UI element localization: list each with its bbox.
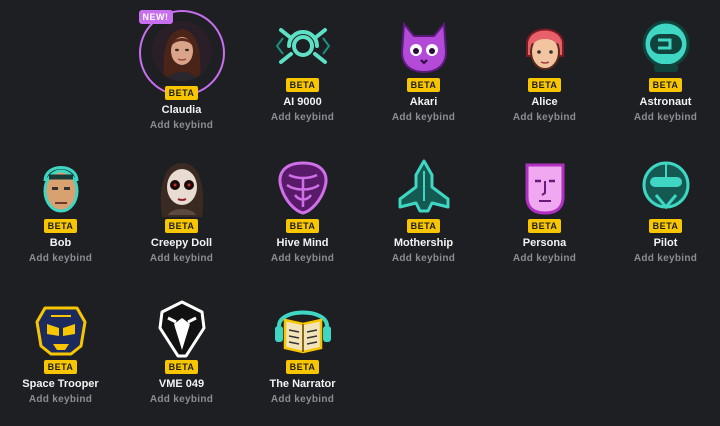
voice-item-space-trooper[interactable]: BETA Space Trooper Add keybind: [0, 282, 121, 423]
voice-name: Bob: [49, 237, 72, 249]
plague-mask-icon: [152, 298, 212, 363]
beta-badge: BETA: [164, 219, 199, 233]
beta-badge: BETA: [285, 360, 320, 374]
beta-badge: BETA: [527, 78, 562, 92]
voice-name: The Narrator: [269, 378, 336, 390]
voice-name: Creepy Doll: [150, 237, 213, 249]
voice-name: Mothership: [393, 237, 454, 249]
voice-item-vme-049[interactable]: BETA VME 049 Add keybind: [121, 282, 242, 423]
voice-avatar[interactable]: [384, 8, 464, 88]
voice-name: Akari: [409, 96, 438, 108]
voice-avatar[interactable]: [505, 149, 585, 229]
voice-item-persona[interactable]: BETA Persona Add keybind: [484, 141, 605, 282]
voice-name: Claudia: [161, 104, 202, 116]
voice-item-astronaut[interactable]: BETA Astronaut Add keybind: [605, 0, 720, 141]
voice-avatar[interactable]: [142, 290, 222, 370]
voice-avatar[interactable]: [21, 290, 101, 370]
voice-name: Astronaut: [639, 96, 692, 108]
add-keybind-link[interactable]: Add keybind: [29, 253, 92, 264]
beta-badge: BETA: [285, 219, 320, 233]
voice-name: Persona: [522, 237, 567, 249]
voice-item-creepy-doll[interactable]: BETA Creepy Doll Add keybind: [121, 141, 242, 282]
voice-item-pilot[interactable]: BETA Pilot Add keybind: [605, 141, 720, 282]
voice-avatar[interactable]: NEW!: [138, 10, 225, 96]
voice-grid: NEW! BETA Claudia Add keybind BETA AI 9000 Add…: [0, 0, 720, 426]
voice-name: Pilot: [653, 237, 678, 249]
beta-badge: BETA: [648, 78, 683, 92]
voice-avatar[interactable]: [626, 8, 706, 88]
voice-item-ai-9000[interactable]: BETA AI 9000 Add keybind: [242, 0, 363, 141]
add-keybind-link[interactable]: Add keybind: [392, 112, 455, 123]
mothership-icon: [394, 157, 454, 222]
add-keybind-link[interactable]: Add keybind: [271, 394, 334, 405]
claudia-portrait-icon: [151, 20, 212, 86]
add-keybind-link[interactable]: Add keybind: [150, 120, 213, 131]
space-trooper-icon: [31, 298, 91, 363]
voice-name: Hive Mind: [276, 237, 329, 249]
creepy-doll-portrait-icon: [151, 156, 212, 222]
pilot-helmet-icon: [636, 157, 696, 222]
add-keybind-link[interactable]: Add keybind: [513, 112, 576, 123]
beta-badge: BETA: [648, 219, 683, 233]
voice-item-claudia[interactable]: NEW! BETA Claudia Add keybind: [121, 0, 242, 141]
beta-badge: BETA: [285, 78, 320, 92]
beta-badge: BETA: [43, 360, 78, 374]
beta-badge: BETA: [43, 219, 78, 233]
voice-item-mothership[interactable]: BETA Mothership Add keybind: [363, 141, 484, 282]
beta-badge: BETA: [164, 360, 199, 374]
new-badge: NEW!: [138, 10, 173, 24]
add-keybind-link[interactable]: Add keybind: [513, 253, 576, 264]
alice-face-icon: [515, 16, 575, 81]
hive-mind-icon: [273, 157, 333, 222]
add-keybind-link[interactable]: Add keybind: [150, 253, 213, 264]
voice-avatar[interactable]: [626, 149, 706, 229]
astronaut-helmet-icon: [636, 16, 696, 81]
add-keybind-link[interactable]: Add keybind: [392, 253, 455, 264]
add-keybind-link[interactable]: Add keybind: [29, 394, 92, 405]
add-keybind-link[interactable]: Add keybind: [634, 112, 697, 123]
voice-avatar[interactable]: [142, 149, 222, 229]
add-keybind-link[interactable]: Add keybind: [634, 253, 697, 264]
bob-face-icon: [31, 157, 91, 222]
persona-mask-icon: [515, 157, 575, 222]
voice-name: Space Trooper: [22, 378, 99, 390]
narrator-book-icon: [273, 298, 333, 363]
ai9000-icon: [273, 16, 333, 81]
voice-avatar[interactable]: [263, 8, 343, 88]
voice-item-hive-mind[interactable]: BETA Hive Mind Add keybind: [242, 141, 363, 282]
beta-badge: BETA: [406, 78, 441, 92]
voice-name: AI 9000: [283, 96, 322, 108]
add-keybind-link[interactable]: Add keybind: [271, 112, 334, 123]
cat-icon: [394, 16, 454, 81]
voice-item-bob[interactable]: BETA Bob Add keybind: [0, 141, 121, 282]
add-keybind-link[interactable]: Add keybind: [150, 394, 213, 405]
voice-name: Alice: [531, 96, 558, 108]
voice-avatar[interactable]: [263, 290, 343, 370]
voice-item-akari[interactable]: BETA Akari Add keybind: [363, 0, 484, 141]
voice-avatar[interactable]: [21, 149, 101, 229]
beta-badge: BETA: [164, 86, 199, 100]
voice-avatar[interactable]: [263, 149, 343, 229]
beta-badge: BETA: [527, 219, 562, 233]
voice-name: VME 049: [158, 378, 205, 390]
beta-badge: BETA: [406, 219, 441, 233]
voice-avatar[interactable]: [505, 8, 585, 88]
voice-item-alice[interactable]: BETA Alice Add keybind: [484, 0, 605, 141]
voice-avatar[interactable]: [384, 149, 464, 229]
add-keybind-link[interactable]: Add keybind: [271, 253, 334, 264]
voice-item-the-narrator[interactable]: BETA The Narrator Add keybind: [242, 282, 363, 423]
